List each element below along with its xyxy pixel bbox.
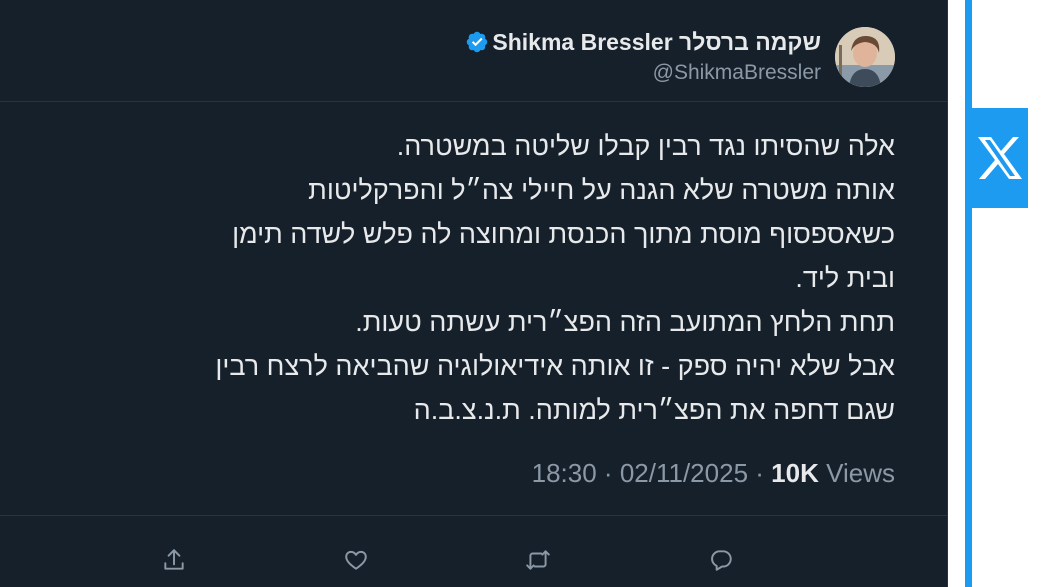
tweet-text-line: אלה שהסיתו נגד רבין קבלו שליטה במשטרה. [396, 131, 895, 161]
tweet-text-line: אותה משטרה שלא הגנה על חיילי צה״ל והפרקל… [308, 175, 895, 205]
tweet-text-line: שגם דחפה את הפצ״רית למותה. ת.נ.צ.ב.ה [413, 395, 895, 425]
accent-stripe [965, 0, 972, 587]
author-display-name[interactable]: Shikma Bressler שקמה ברסלר [492, 27, 821, 57]
heart-icon [345, 550, 367, 570]
verified-badge-icon [467, 31, 488, 53]
tweet-text-line: כשאספסוף מוסת מתוך הכנסת ומחוצה לה פלש ל… [232, 219, 895, 249]
views-count[interactable]: 10K [771, 458, 819, 488]
x-logo-badge [972, 108, 1028, 208]
tweet-text: אלה שהסיתו נגד רבין קבלו שליטה במשטרה. א… [135, 124, 895, 432]
retweet-icon [526, 550, 550, 570]
meta-separator: · [603, 458, 613, 488]
x-logo-icon [978, 137, 1022, 179]
share-button[interactable] [154, 540, 194, 580]
tweet-meta: 18:30 · 02/11/2025 · 10K Views [532, 455, 895, 491]
author-name-row[interactable]: Shikma Bressler שקמה ברסלר [465, 27, 821, 57]
avatar[interactable] [835, 27, 895, 87]
reply-icon [711, 550, 732, 571]
tweet-actions [0, 540, 947, 580]
like-button[interactable] [336, 540, 376, 580]
tweet-text-line: ובית ליד. [795, 263, 895, 293]
author-handle[interactable]: @ShikmaBressler [465, 59, 821, 87]
meta-separator: · [755, 458, 764, 488]
header-divider [0, 101, 947, 102]
tweet-date[interactable]: 02/11/2025 [620, 458, 748, 488]
share-icon [164, 549, 184, 570]
tweet-text-line: אבל שלא יהיה ספק - זו אותה אידיאולוגיה ש… [215, 351, 895, 381]
actions-divider [0, 515, 947, 516]
author-names: Shikma Bressler שקמה ברסלר @ShikmaBressl… [465, 27, 821, 87]
views-label[interactable]: Views [826, 458, 895, 488]
reply-button[interactable] [701, 540, 741, 580]
avatar-image [835, 27, 895, 87]
tweet-time[interactable]: 18:30 [532, 458, 597, 488]
tweet-text-line: תחת הלחץ המתועב הזה הפצ״רית עשתה טעות. [355, 307, 895, 337]
tweet-header: Shikma Bressler שקמה ברסלר @ShikmaBressl… [465, 26, 895, 88]
tweet-card: Shikma Bressler שקמה ברסלר @ShikmaBressl… [0, 0, 948, 587]
retweet-button[interactable] [518, 540, 558, 580]
